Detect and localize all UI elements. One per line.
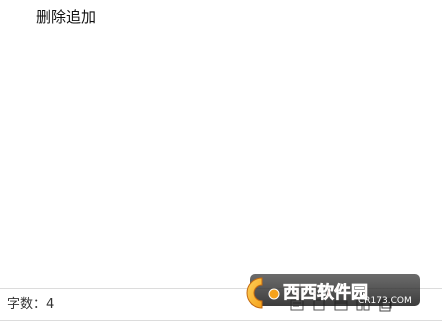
editor-area[interactable]: 删除追加 [0, 0, 442, 288]
status-bar: 字数：4 [0, 288, 442, 321]
web-view-icon[interactable] [330, 295, 352, 315]
fullscreen-view-icon[interactable] [374, 295, 396, 315]
reading-view-icon[interactable] [352, 295, 374, 315]
word-count-label: 字数：4 [7, 297, 55, 312]
editor-text[interactable]: 删除追加 [36, 7, 96, 27]
outline-view-icon[interactable] [286, 295, 308, 315]
view-mode-icons [286, 295, 396, 315]
page-view-icon[interactable] [308, 295, 330, 315]
